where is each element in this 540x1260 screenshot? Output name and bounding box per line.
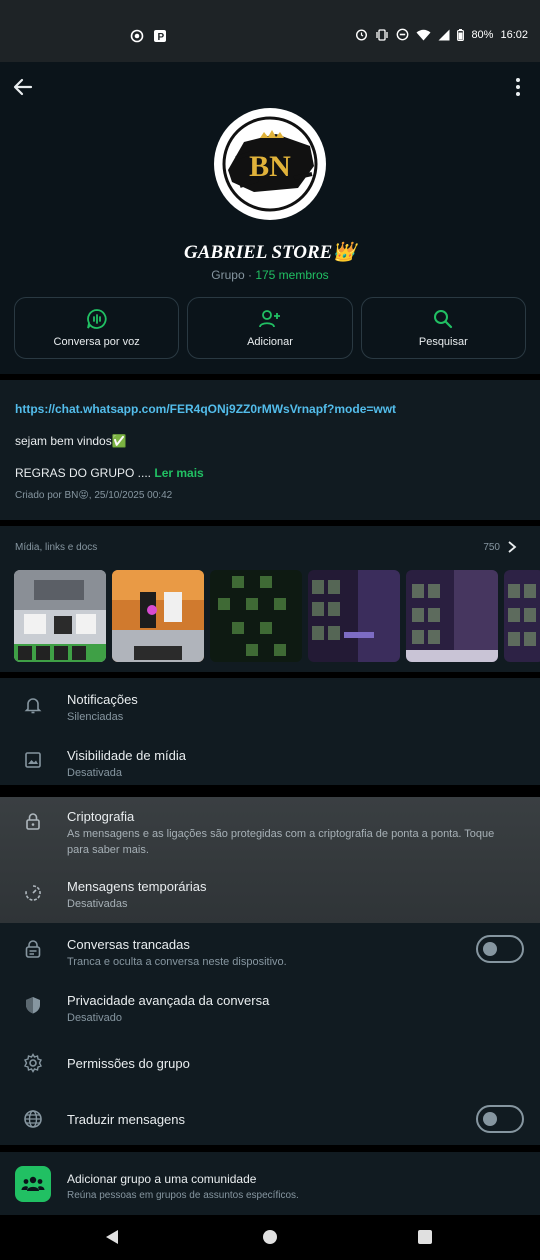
- encryption-title: Criptografia: [67, 809, 135, 824]
- top-bar: [0, 62, 540, 112]
- nav-recents-icon[interactable]: [418, 1230, 432, 1244]
- logo-text: BN: [249, 150, 291, 183]
- search-button[interactable]: Pesquisar: [360, 297, 526, 359]
- advanced-privacy-subtitle: Desativado: [67, 1012, 123, 1024]
- description-welcome: sejam bem vindos✅: [15, 434, 127, 448]
- community-icon: [15, 1166, 51, 1202]
- group-avatar[interactable]: BN: [214, 108, 326, 220]
- voice-chat-button[interactable]: Conversa por voz: [14, 297, 180, 359]
- media-thumbnail[interactable]: [308, 570, 400, 662]
- media-visibility-row[interactable]: Visibilidade de mídia Desativada: [0, 732, 540, 786]
- add-member-button[interactable]: Adicionar: [187, 297, 353, 359]
- signal-icon: [438, 29, 450, 40]
- disappearing-messages-row[interactable]: Mensagens temporárias Desativadas: [0, 867, 540, 923]
- translate-messages-toggle[interactable]: [476, 1105, 524, 1133]
- record-icon: [130, 29, 144, 43]
- member-count[interactable]: 175 membros: [255, 268, 328, 282]
- locked-chats-subtitle: Tranca e oculta a conversa neste disposi…: [67, 956, 287, 968]
- add-person-icon: [259, 310, 280, 328]
- status-bar: P 80% 16:02: [0, 0, 540, 62]
- app-notification-icon: P: [154, 30, 166, 42]
- advanced-privacy-row[interactable]: Privacidade avançada da conversa Desativ…: [0, 979, 540, 1035]
- media-thumbnails: [14, 570, 540, 662]
- add-to-community-row[interactable]: Adicionar grupo a uma comunidade Reúna p…: [0, 1152, 540, 1215]
- rules-text: REGRAS DO GRUPO ....: [15, 466, 155, 480]
- section-divider: [0, 1145, 540, 1152]
- description-rules: REGRAS DO GRUPO .... Ler mais: [15, 466, 204, 480]
- group-subtitle: Grupo · 175 membros: [0, 268, 540, 282]
- advanced-privacy-title: Privacidade avançada da conversa: [67, 993, 270, 1008]
- add-member-label: Adicionar: [247, 336, 293, 348]
- nav-home-icon[interactable]: [263, 1230, 277, 1244]
- shield-icon: [26, 997, 40, 1014]
- media-visibility-title: Visibilidade de mídia: [67, 748, 186, 763]
- translate-messages-row[interactable]: Traduzir mensagens: [0, 1091, 540, 1147]
- media-visibility-subtitle: Desativada: [67, 767, 123, 779]
- community-subtitle: Reúna pessoas em grupos de assuntos espe…: [67, 1190, 299, 1201]
- invite-link[interactable]: https://chat.whatsapp.com/FER4qONj9ZZ0rM…: [15, 402, 396, 416]
- image-icon: [25, 752, 41, 768]
- translate-messages-title: Traduzir mensagens: [67, 1112, 186, 1127]
- media-thumbnail[interactable]: [14, 570, 106, 662]
- settings-group-privacy: Conversas trancadas Tranca e oculta a co…: [0, 923, 540, 1145]
- locked-chat-icon: [25, 940, 41, 958]
- bell-icon: [24, 698, 42, 714]
- media-thumbnail[interactable]: [406, 570, 498, 662]
- chevron-right-icon[interactable]: [506, 540, 518, 554]
- voice-chat-icon: [86, 309, 107, 329]
- notifications-subtitle: Silenciadas: [67, 711, 124, 723]
- encryption-row[interactable]: Criptografia As mensagens e as ligações …: [0, 797, 540, 867]
- more-options-icon[interactable]: [508, 74, 528, 100]
- media-thumbnail[interactable]: [504, 570, 540, 662]
- locked-chats-toggle[interactable]: [476, 935, 524, 963]
- group-permissions-title: Permissões do grupo: [67, 1056, 190, 1071]
- action-buttons: Conversa por voz Adicionar Pesquisar: [14, 297, 526, 359]
- search-label: Pesquisar: [418, 336, 468, 348]
- group-info-page: BN GABRIEL STORE👑 Grupo · 175 membros Co…: [0, 62, 540, 1215]
- do-not-disturb-icon: [397, 28, 409, 41]
- group-name: GABRIEL STORE👑: [183, 242, 356, 263]
- timer-icon: [25, 885, 41, 901]
- disappearing-subtitle: Desativadas: [67, 898, 128, 910]
- vibrate-icon: [376, 28, 389, 41]
- media-count: 750: [483, 542, 500, 553]
- media-section[interactable]: Mídia, links e docs 750: [0, 526, 540, 672]
- battery-percent: 80%: [471, 28, 494, 41]
- system-nav-bar: [0, 1215, 540, 1260]
- group-type: Grupo ·: [211, 268, 256, 282]
- group-permissions-row[interactable]: Permissões do grupo: [0, 1035, 540, 1091]
- community-title: Adicionar grupo a uma comunidade: [67, 1172, 257, 1186]
- read-more-link[interactable]: Ler mais: [154, 466, 203, 480]
- notifications-row[interactable]: Notificações Silenciadas: [0, 678, 540, 732]
- settings-group-security: Criptografia As mensagens e as ligações …: [0, 797, 540, 923]
- settings-group-notifications: Notificações Silenciadas Visibilidade de…: [0, 678, 540, 785]
- created-by: Criado por BN😝, 25/10/2025 00:42: [15, 490, 173, 501]
- media-thumbnail[interactable]: [112, 570, 204, 662]
- toggle-knob: [483, 1112, 497, 1126]
- disappearing-title: Mensagens temporárias: [67, 879, 207, 894]
- svg-text:P: P: [158, 32, 165, 42]
- globe-icon: [24, 1110, 42, 1128]
- locked-chats-row[interactable]: Conversas trancadas Tranca e oculta a co…: [0, 923, 540, 979]
- lock-icon: [26, 813, 40, 830]
- encryption-subtitle: As mensagens e as ligações são protegida…: [67, 828, 495, 856]
- battery-icon: [457, 28, 465, 41]
- clock: 16:02: [500, 28, 528, 41]
- search-icon: [434, 310, 453, 329]
- alarm-icon: [356, 29, 368, 41]
- group-logo: BN: [216, 110, 324, 218]
- notifications-title: Notificações: [67, 692, 138, 707]
- media-title: Mídia, links e docs: [15, 542, 98, 553]
- wifi-icon: [416, 29, 431, 40]
- voice-chat-label: Conversa por voz: [53, 336, 140, 348]
- back-arrow-icon[interactable]: [10, 74, 36, 100]
- locked-chats-title: Conversas trancadas: [67, 937, 190, 952]
- media-thumbnail[interactable]: [210, 570, 302, 662]
- toggle-knob: [483, 942, 497, 956]
- group-description[interactable]: https://chat.whatsapp.com/FER4qONj9ZZ0rM…: [0, 380, 540, 520]
- section-divider: [0, 785, 540, 797]
- gear-icon: [24, 1053, 42, 1073]
- nav-back-icon[interactable]: [104, 1229, 120, 1245]
